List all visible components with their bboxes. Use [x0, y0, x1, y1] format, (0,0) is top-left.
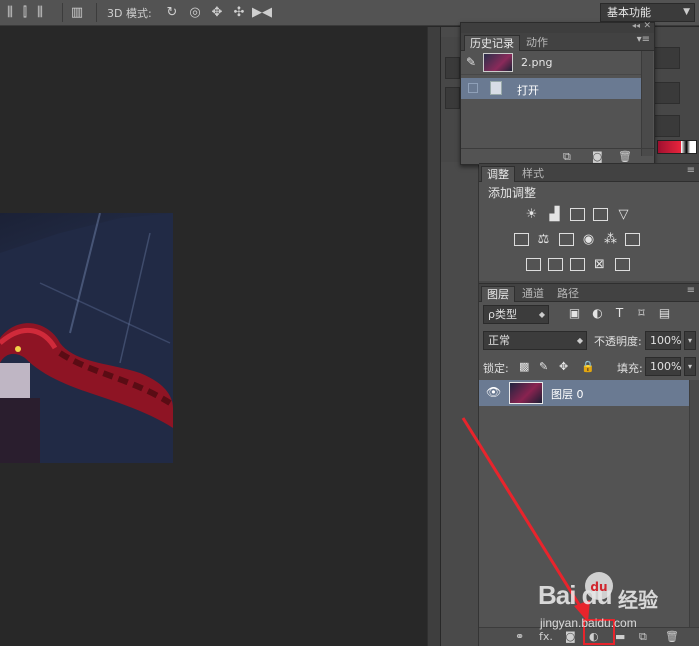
- photoshop-window: ⫼ ⫿ ⫼ ▥ 3D 模式: ↻ ◎ ✥ ✣ ▶◀ 基本功能 ▼ ◂◂ ✕ 历史…: [0, 0, 699, 646]
- watermark-cn: 经验: [618, 588, 658, 612]
- paw-logo-icon: du: [585, 572, 613, 600]
- watermark-url: jingyan.baidu.com: [540, 616, 637, 630]
- annotation-arrow: [461, 417, 590, 622]
- baidu-watermark: Bai du du 经验 jingyan.baidu.com: [538, 572, 698, 644]
